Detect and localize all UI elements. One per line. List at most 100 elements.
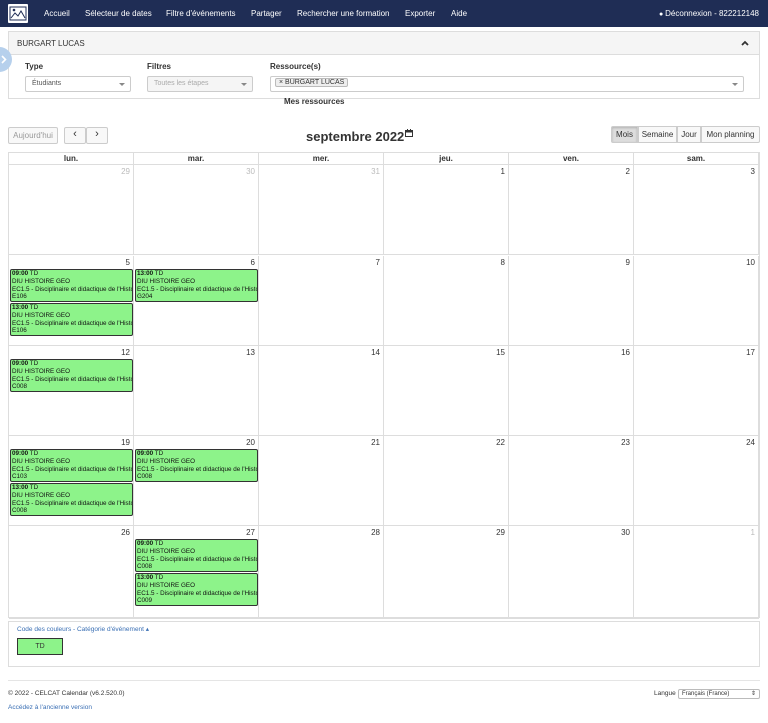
day-cell[interactable]: 15 [384, 346, 509, 436]
calendar-event[interactable]: 09:00 TD DIU HISTOIRE GEO EC1.5 - Discipli… [135, 539, 258, 572]
my-resources-toggle[interactable]: Mes ressources [284, 97, 344, 106]
day-cell[interactable]: 29 [384, 526, 509, 619]
view-my-planning-button[interactable]: Mon planning [701, 126, 760, 143]
day-number[interactable]: 1 [501, 167, 505, 176]
legend-toggle[interactable]: Code des couleurs - Catégorie d'événemen… [17, 625, 149, 633]
day-cell[interactable]: 14 [259, 346, 384, 436]
day-number[interactable]: 6 [251, 258, 255, 267]
day-cell[interactable]: 8 [384, 256, 509, 346]
nav-search-course[interactable]: Rechercher une formation [297, 9, 390, 18]
view-day-button[interactable]: Jour [677, 126, 701, 143]
day-cell[interactable]: 31 [259, 165, 384, 255]
day-number[interactable]: 17 [746, 348, 755, 357]
event-room: E106 [12, 293, 27, 301]
event-header: 13:00 TD [137, 574, 257, 582]
type-select[interactable]: Étudiants [25, 76, 131, 92]
resource-select[interactable]: × BURGART LUCAS [270, 76, 744, 92]
day-number[interactable]: 10 [746, 258, 755, 267]
view-week-button[interactable]: Semaine [638, 126, 677, 143]
nav-date-selector[interactable]: Sélecteur de dates [85, 9, 152, 18]
nav-help[interactable]: Aide [451, 9, 467, 18]
day-cell[interactable]: 22 [384, 436, 509, 526]
old-version-link[interactable]: Accédez à l'ancienne version [8, 704, 92, 711]
day-number[interactable]: 2 [626, 167, 630, 176]
day-number[interactable]: 30 [246, 167, 255, 176]
calendar-event[interactable]: 09:00 TD DIU HISTOIRE GEO EC1.5 - Discipli… [10, 449, 133, 482]
nav-event-filter[interactable]: Filtre d'événements [166, 9, 236, 18]
day-number[interactable]: 31 [371, 167, 380, 176]
view-month-button[interactable]: Mois [611, 126, 638, 143]
event-course: DIU HISTOIRE GEO [137, 457, 195, 465]
today-button[interactable]: Aujourd'hui [8, 127, 58, 144]
day-number[interactable]: 12 [121, 348, 130, 357]
calendar-icon[interactable] [405, 129, 413, 137]
next-button[interactable]: › [86, 127, 108, 144]
logout-link[interactable]: ● Déconnexion - 822212148 [659, 9, 759, 18]
day-cell[interactable]: 17 [634, 346, 759, 436]
day-cell[interactable]: 1 [634, 526, 759, 619]
day-cell[interactable]: 1 [384, 165, 509, 255]
day-cell[interactable]: 29 [9, 165, 134, 255]
panel-header[interactable]: BURGART LUCAS [9, 32, 759, 55]
day-number[interactable]: 28 [371, 528, 380, 537]
month-calendar: lun. mar. mer. jeu. ven. sam. 29 30 31 1 2 3 5 6 7 8 9 10… [8, 152, 760, 619]
calendar-event[interactable]: 13:00 TD DIU HISTOIRE GEO EC1.5 - Discipli… [135, 269, 258, 302]
day-number[interactable]: 14 [371, 348, 380, 357]
day-number[interactable]: 19 [121, 438, 130, 447]
day-number[interactable]: 21 [371, 438, 380, 447]
day-number[interactable]: 1 [751, 528, 755, 537]
nav-export[interactable]: Exporter [405, 9, 435, 18]
nav-share[interactable]: Partager [251, 9, 282, 18]
day-number[interactable]: 13 [246, 348, 255, 357]
filters-select[interactable]: Toutes les étapes [147, 76, 253, 92]
day-number[interactable]: 16 [621, 348, 630, 357]
day-number[interactable]: 20 [246, 438, 255, 447]
nav-accueil[interactable]: Accueil [44, 9, 70, 18]
day-cell[interactable]: 30 [509, 526, 634, 619]
day-number[interactable]: 23 [621, 438, 630, 447]
day-cell[interactable]: 23 [509, 436, 634, 526]
day-cell[interactable]: 2 [509, 165, 634, 255]
day-cell[interactable]: 28 [259, 526, 384, 619]
calendar-event[interactable]: 13:00 TD DIU HISTOIRE GEO EC1.5 - Discipli… [10, 483, 133, 516]
event-header: 09:00 TD [12, 360, 132, 368]
day-number[interactable]: 29 [121, 167, 130, 176]
day-number[interactable]: 22 [496, 438, 505, 447]
calendar-event[interactable]: 09:00 TD DIU HISTOIRE GEO EC1.5 - Discipli… [10, 269, 133, 302]
day-number[interactable]: 9 [626, 258, 630, 267]
calendar-event[interactable]: 13:00 TD DIU HISTOIRE GEO EC1.5 - Discipli… [10, 303, 133, 336]
event-kind: TD [154, 270, 164, 277]
day-number[interactable]: 8 [501, 258, 505, 267]
day-number[interactable]: 29 [496, 528, 505, 537]
calendar-event[interactable]: 09:00 TD DIU HISTOIRE GEO EC1.5 - Discipli… [10, 359, 133, 392]
language-select[interactable]: Français (France) ⇕ [678, 689, 760, 699]
day-number[interactable]: 15 [496, 348, 505, 357]
day-cell[interactable]: 7 [259, 256, 384, 346]
event-module: EC1.5 - Disciplinaire et didactique de l… [137, 465, 258, 473]
event-header: 09:00 TD [12, 450, 132, 458]
day-cell[interactable]: 21 [259, 436, 384, 526]
type-label: Type [25, 62, 44, 71]
day-number[interactable]: 7 [376, 258, 380, 267]
day-cell[interactable]: 30 [134, 165, 259, 255]
day-number[interactable]: 5 [126, 258, 130, 267]
day-number[interactable]: 26 [121, 528, 130, 537]
calendar-event[interactable]: 13:00 TD DIU HISTOIRE GEO EC1.5 - Discipli… [135, 573, 258, 606]
celcat-logo[interactable] [8, 4, 28, 23]
day-number[interactable]: 24 [746, 438, 755, 447]
day-cell[interactable]: 24 [634, 436, 759, 526]
day-cell[interactable]: 9 [509, 256, 634, 346]
prev-button[interactable]: ‹ [64, 127, 86, 144]
day-cell[interactable]: 26 [9, 526, 134, 619]
resource-tag[interactable]: × BURGART LUCAS [275, 78, 349, 87]
day-number[interactable]: 30 [621, 528, 630, 537]
calendar-event[interactable]: 09:00 TD DIU HISTOIRE GEO EC1.5 - Discipli… [135, 449, 258, 482]
day-cell[interactable]: 3 [634, 165, 759, 255]
chevron-up-icon[interactable] [740, 38, 750, 48]
day-cell[interactable]: 13 [134, 346, 259, 436]
day-cell[interactable]: 16 [509, 346, 634, 436]
day-number[interactable]: 3 [751, 167, 755, 176]
day-number[interactable]: 27 [246, 528, 255, 537]
day-cell[interactable]: 10 [634, 256, 759, 346]
event-time: 13:00 [137, 270, 154, 277]
